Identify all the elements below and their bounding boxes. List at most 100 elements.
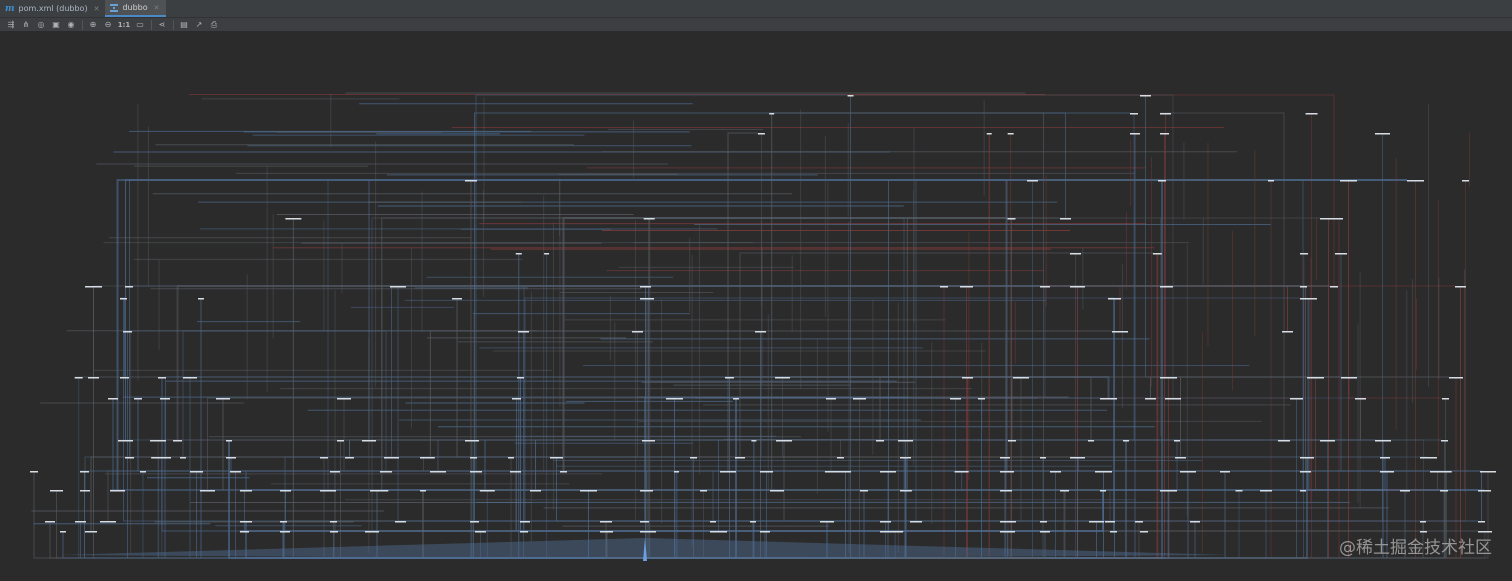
dependency-node[interactable] [710, 531, 727, 533]
actual-size-button[interactable]: 1:1 [116, 19, 132, 31]
dependency-node[interactable] [158, 377, 166, 379]
dependency-node[interactable] [1400, 490, 1410, 492]
dependency-node[interactable] [1165, 398, 1181, 400]
dependency-node[interactable] [1375, 440, 1391, 442]
dependency-diagram-canvas[interactable] [0, 33, 1512, 577]
dependency-node[interactable] [159, 457, 165, 459]
dependency-node[interactable] [900, 457, 911, 459]
dependency-node[interactable] [760, 531, 770, 533]
dependency-node[interactable] [640, 531, 656, 533]
dependency-node[interactable] [120, 377, 129, 379]
dependency-node[interactable] [1000, 531, 1015, 533]
dependency-node[interactable] [1140, 95, 1151, 97]
dependency-node[interactable] [1158, 180, 1166, 182]
dependency-node[interactable] [550, 457, 563, 459]
dependency-node[interactable] [74, 377, 83, 379]
dependency-node[interactable] [826, 398, 836, 400]
dependency-node[interactable] [190, 471, 203, 473]
dependency-node[interactable] [1380, 457, 1390, 459]
dependency-node[interactable] [775, 377, 790, 379]
dependency-node[interactable] [1355, 398, 1366, 400]
dependency-node[interactable] [640, 298, 654, 300]
dependency-node[interactable] [1060, 218, 1071, 220]
dependency-node[interactable] [1013, 377, 1029, 379]
dependency-node[interactable] [1060, 490, 1069, 492]
dependency-node[interactable] [1145, 398, 1156, 400]
dependency-node[interactable] [1160, 490, 1177, 492]
dependency-node[interactable] [1282, 331, 1293, 333]
dependency-node[interactable] [1380, 471, 1394, 473]
show-hide-button[interactable]: ◉ [64, 19, 78, 31]
dependency-node[interactable] [751, 440, 757, 442]
dependency-node[interactable] [690, 457, 697, 459]
dependency-node[interactable] [530, 490, 541, 492]
dependency-node[interactable] [45, 521, 55, 523]
dependency-node[interactable] [430, 471, 446, 473]
dependency-node[interactable] [1100, 490, 1106, 492]
dependency-graph[interactable] [0, 33, 1512, 577]
dependency-node[interactable] [1480, 471, 1496, 473]
dependency-node[interactable] [757, 133, 765, 135]
dependency-node[interactable] [1440, 490, 1448, 492]
dependency-node[interactable] [1300, 457, 1314, 459]
dependency-node[interactable] [320, 490, 336, 492]
dependency-node[interactable] [1442, 398, 1449, 400]
dependency-node[interactable] [755, 331, 766, 333]
zoom-out-button[interactable]: ⊖ [101, 19, 115, 31]
dependency-node[interactable] [320, 457, 328, 459]
dependency-node[interactable] [1462, 180, 1469, 182]
dependency-node[interactable] [380, 471, 392, 473]
dependency-node[interactable] [1000, 490, 1012, 492]
dependency-node[interactable] [240, 490, 252, 492]
dependency-node[interactable] [512, 398, 521, 400]
dependency-node[interactable] [30, 471, 38, 473]
dependency-node[interactable] [580, 490, 597, 492]
dependency-node[interactable] [902, 490, 912, 492]
dependency-node[interactable] [1000, 521, 1016, 523]
dependency-node[interactable] [1190, 521, 1200, 523]
dependency-node[interactable] [700, 490, 707, 492]
dependency-node[interactable] [520, 521, 530, 523]
dependency-node[interactable] [910, 521, 922, 523]
dependency-node[interactable] [1088, 440, 1094, 442]
dependency-node[interactable] [1260, 490, 1272, 492]
dependency-node[interactable] [1123, 440, 1129, 442]
dependency-node[interactable] [470, 521, 479, 523]
dependency-node[interactable] [725, 377, 734, 379]
dependency-node[interactable] [760, 471, 773, 473]
dependency-node[interactable] [330, 471, 340, 473]
dependency-node[interactable] [824, 471, 841, 473]
dependency-node[interactable] [200, 490, 215, 492]
close-icon[interactable]: ✕ [94, 5, 100, 13]
dependency-node[interactable] [230, 471, 241, 473]
dependency-node[interactable] [1407, 180, 1424, 182]
dependency-node[interactable] [475, 531, 486, 533]
dependency-node[interactable] [362, 440, 376, 442]
dependency-node[interactable] [160, 398, 170, 400]
dependency-node[interactable] [1070, 286, 1085, 288]
dependency-node[interactable] [769, 113, 775, 115]
dependency-node[interactable] [123, 331, 132, 333]
dependency-node[interactable] [880, 521, 891, 523]
dependency-node[interactable] [1130, 113, 1138, 115]
dependency-node[interactable] [820, 521, 834, 523]
dependency-node[interactable] [85, 286, 102, 288]
dependency-node[interactable] [880, 471, 896, 473]
dependency-node[interactable] [479, 490, 495, 492]
dependency-node[interactable] [520, 531, 528, 533]
dependency-node[interactable] [216, 398, 230, 400]
dependency-node[interactable] [280, 531, 290, 533]
dependency-node[interactable] [395, 521, 406, 523]
dependency-node[interactable] [560, 471, 567, 473]
dependency-node[interactable] [173, 440, 182, 442]
dependency-node[interactable] [1000, 471, 1014, 473]
dependency-node[interactable] [285, 218, 302, 220]
dependency-node[interactable] [853, 398, 866, 400]
dependency-node[interactable] [1095, 471, 1112, 473]
dependency-node[interactable] [198, 298, 204, 300]
show-dependencies-button[interactable]: ⇶ [4, 19, 18, 31]
dependency-node[interactable] [508, 457, 514, 459]
dependency-node[interactable] [365, 531, 379, 533]
dependency-node[interactable] [1007, 218, 1016, 220]
dependency-node[interactable] [110, 490, 125, 492]
